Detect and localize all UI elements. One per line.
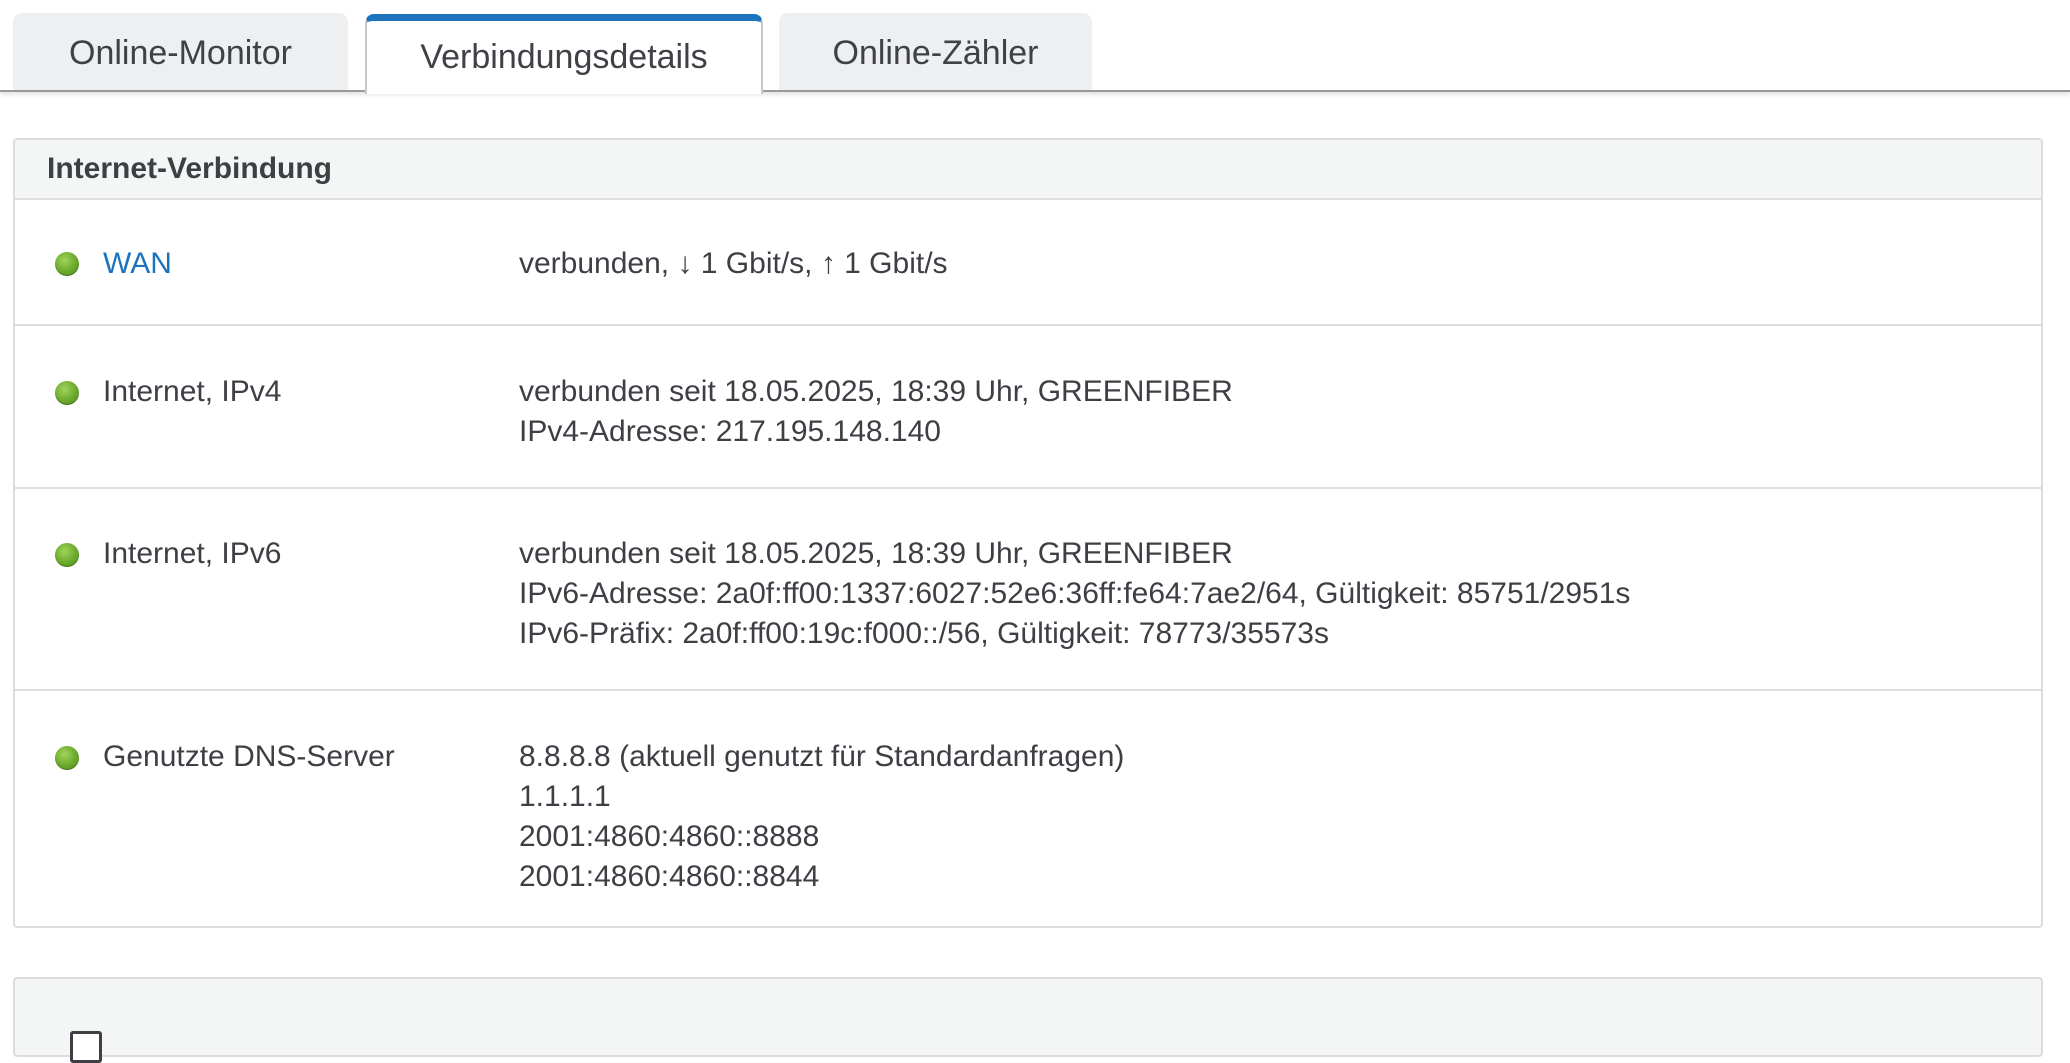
detail-line: 2001:4860:4860::8844 (519, 860, 820, 893)
wan-link[interactable]: WAN (103, 244, 172, 284)
connection-label: Internet, IPv4 (103, 375, 282, 408)
detail-line: verbunden seit 18.05.2025, 18:39 Uhr, GR… (519, 537, 1233, 570)
detail-line: IPv4-Adresse: 217.195.148.140 (519, 415, 941, 448)
panel-title: Internet-Verbindung (15, 140, 2041, 200)
status-ok-icon (55, 252, 79, 276)
tab-bar: Online-Monitor Verbindungsdetails Online… (0, 0, 2070, 94)
connection-details: 8.8.8.8 (aktuell genutzt für Standardanf… (519, 737, 1124, 897)
option-checkbox[interactable] (70, 1031, 102, 1063)
status-ok-icon (55, 543, 79, 567)
detail-line: IPv6-Adresse: 2a0f:ff00:1337:6027:52e6:3… (519, 577, 1631, 610)
connection-row-wan: WAN verbunden, ↓ 1 Gbit/s, ↑ 1 Gbit/s (15, 198, 2041, 326)
connection-label: Genutzte DNS-Server (103, 740, 395, 773)
connection-details: verbunden seit 18.05.2025, 18:39 Uhr, GR… (519, 372, 1233, 452)
detail-line: IPv6-Präfix: 2a0f:ff00:19c:f000::/56, Gü… (519, 617, 1329, 650)
status-ok-icon (55, 746, 79, 770)
options-panel (13, 977, 2043, 1063)
detail-line: verbunden, ↓ 1 Gbit/s, ↑ 1 Gbit/s (519, 247, 948, 280)
connection-row-ipv6: Internet, IPv6 verbunden seit 18.05.2025… (15, 489, 2041, 691)
connection-row-ipv4: Internet, IPv4 verbunden seit 18.05.2025… (15, 326, 2041, 489)
detail-line: verbunden seit 18.05.2025, 18:39 Uhr, GR… (519, 375, 1233, 408)
connection-details: verbunden seit 18.05.2025, 18:39 Uhr, GR… (519, 534, 1630, 654)
status-ok-icon (55, 381, 79, 405)
tab-online-monitor[interactable]: Online-Monitor (13, 13, 348, 90)
connection-label: Internet, IPv6 (103, 537, 282, 570)
detail-line: 1.1.1.1 (519, 780, 611, 813)
tab-verbindungsdetails[interactable]: Verbindungsdetails (365, 14, 763, 94)
detail-line: 2001:4860:4860::8888 (519, 820, 820, 853)
tab-online-zaehler[interactable]: Online-Zähler (779, 13, 1092, 90)
connection-row-dns: Genutzte DNS-Server 8.8.8.8 (aktuell gen… (15, 691, 2041, 926)
detail-line: 8.8.8.8 (aktuell genutzt für Standardanf… (519, 740, 1125, 773)
internet-connection-panel: Internet-Verbindung WAN verbunden, ↓ 1 G… (13, 138, 2043, 928)
connection-details: verbunden, ↓ 1 Gbit/s, ↑ 1 Gbit/s (519, 244, 948, 284)
